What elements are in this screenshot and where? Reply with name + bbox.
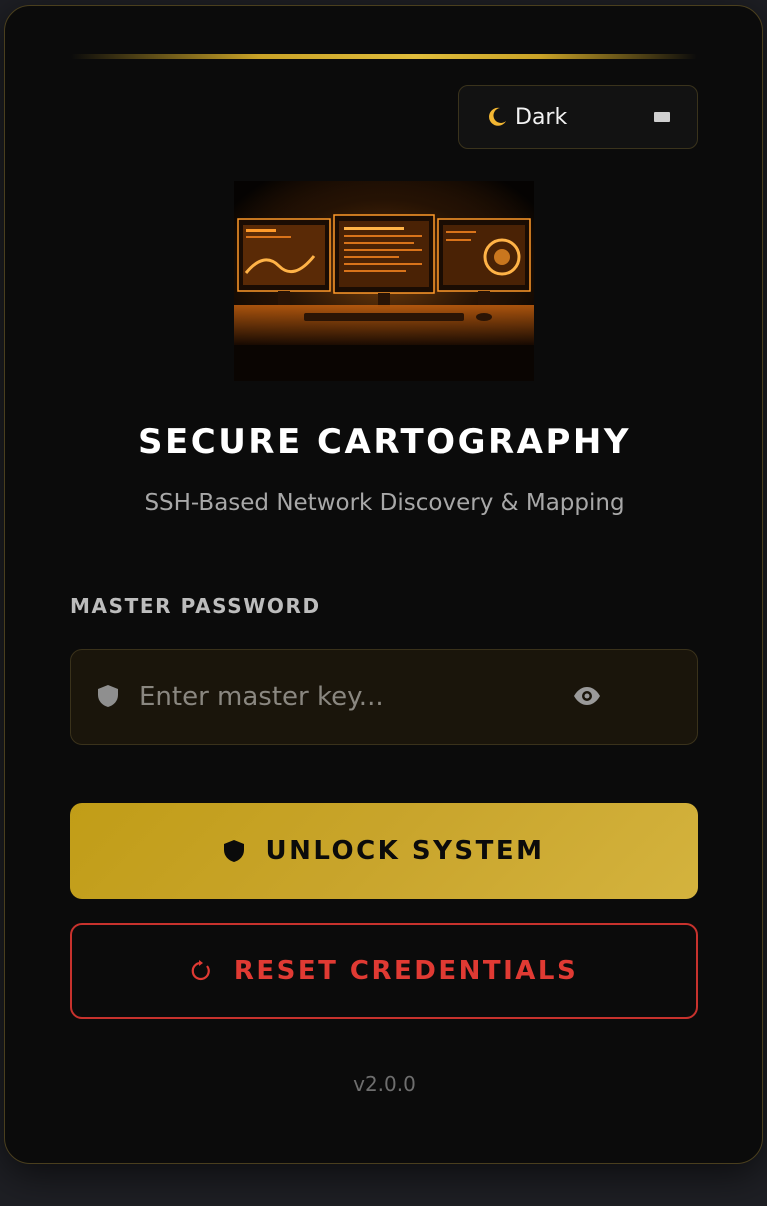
unlock-button[interactable]: UNLOCK SYSTEM xyxy=(70,803,698,899)
accent-bar xyxy=(71,54,697,59)
version-label: v2.0.0 xyxy=(353,1072,416,1096)
reload-icon xyxy=(191,960,210,981)
dropdown-indicator-icon[interactable] xyxy=(654,112,670,122)
reset-credentials-button[interactable]: RESET CREDENTIALS xyxy=(70,923,698,1019)
password-label: MASTER PASSWORD xyxy=(70,594,321,618)
app-subtitle: SSH-Based Network Discovery & Mapping xyxy=(144,490,625,516)
shield-icon xyxy=(224,840,245,862)
theme-select-label: Dark xyxy=(515,104,568,130)
eye-icon[interactable] xyxy=(573,686,601,706)
unlock-button-label: UNLOCK SYSTEM xyxy=(265,836,545,866)
password-input[interactable] xyxy=(139,670,559,724)
hero-image xyxy=(234,181,534,381)
login-card: Dark SECURE CARTOGRAPHY SSH-Based Networ… xyxy=(4,5,763,1164)
password-field-wrapper xyxy=(70,649,698,745)
reset-button-label: RESET CREDENTIALS xyxy=(233,956,579,986)
theme-select[interactable]: Dark xyxy=(458,85,698,149)
moon-icon xyxy=(489,107,506,126)
app-title: SECURE CARTOGRAPHY xyxy=(138,422,631,462)
shield-icon xyxy=(98,685,118,707)
